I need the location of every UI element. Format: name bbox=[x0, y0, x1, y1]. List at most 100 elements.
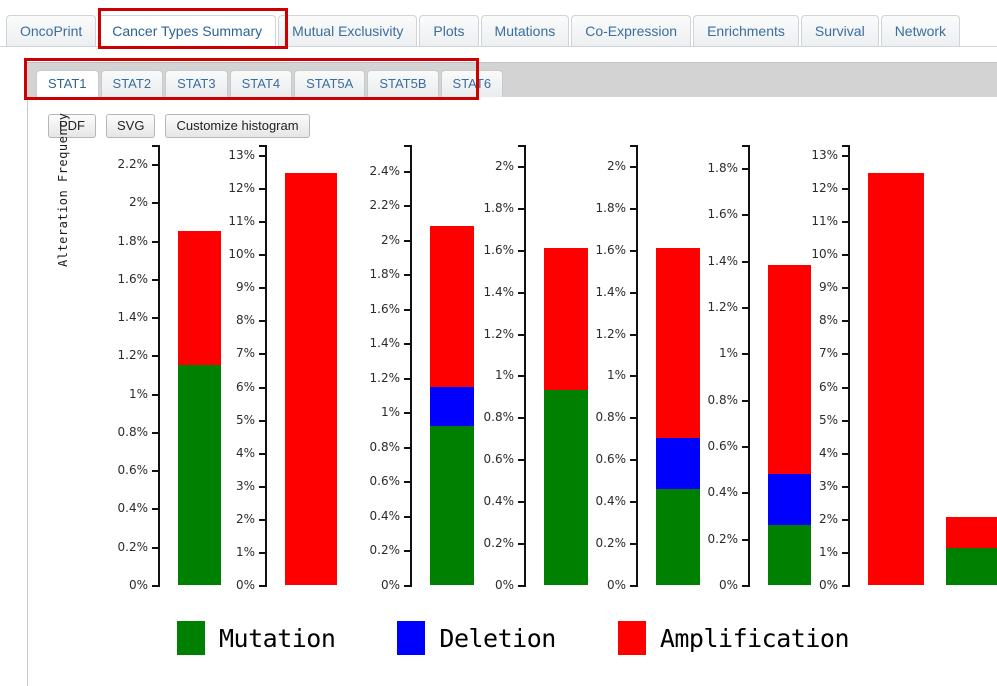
y-axis-tick-label: 1.4% bbox=[595, 284, 627, 299]
y-axis-tick-label: 1% bbox=[718, 346, 738, 361]
y-axis-tick bbox=[152, 470, 159, 473]
y-axis-tick bbox=[404, 343, 411, 346]
legend-swatch-mutation bbox=[176, 621, 205, 655]
y-axis-tick-label: 2% bbox=[380, 232, 400, 247]
bar-segment-amplification[interactable] bbox=[285, 173, 337, 585]
y-axis-tick-label: 0.4% bbox=[595, 494, 627, 509]
y-axis-tick-label: 1.2% bbox=[595, 326, 627, 341]
y-axis-tick-label: 6% bbox=[818, 379, 838, 394]
y-axis-tick-label: 10% bbox=[811, 247, 838, 262]
y-axis-tick bbox=[404, 412, 411, 415]
y-axis-tick bbox=[259, 452, 266, 455]
main-tab-mutations[interactable]: Mutations bbox=[480, 15, 570, 46]
y-axis-cap-tick bbox=[842, 145, 849, 147]
y-axis-tick bbox=[742, 538, 749, 541]
y-axis-tick bbox=[259, 353, 266, 356]
main-tab-enrichments[interactable]: Enrichments bbox=[693, 15, 799, 46]
y-axis-tick-label: 8% bbox=[235, 313, 255, 328]
y-axis-tick-label: 4% bbox=[235, 445, 255, 460]
content-panel: PDF SVG Customize histogram Alteration F… bbox=[27, 97, 997, 686]
y-axis-tick-label: 1.8% bbox=[707, 161, 739, 176]
y-axis-tick-label: 11% bbox=[811, 214, 838, 229]
gene-tab-stat5b[interactable]: STAT5B bbox=[367, 70, 439, 97]
y-axis-tick bbox=[259, 154, 266, 157]
y-axis-tick-label: 2% bbox=[128, 195, 148, 210]
y-axis-tick-label: 1.8% bbox=[369, 267, 401, 282]
y-axis-tick bbox=[518, 207, 525, 210]
y-axis-tick-label: 1.2% bbox=[117, 348, 149, 363]
y-axis-tick bbox=[630, 417, 637, 420]
gene-tab-stat1[interactable]: STAT1 bbox=[36, 70, 99, 97]
y-axis-tick-label: 1.6% bbox=[707, 207, 739, 222]
main-tab-co-expression[interactable]: Co-Expression bbox=[571, 15, 692, 46]
y-axis-tick-label: 2.4% bbox=[369, 163, 401, 178]
main-tab-mutual-exclusivity[interactable]: Mutual Exclusivity bbox=[278, 15, 418, 46]
y-axis-tick-label: 10% bbox=[228, 247, 255, 262]
y-axis-tick bbox=[842, 518, 849, 521]
gene-tab-stat4[interactable]: STAT4 bbox=[229, 70, 293, 97]
gene-tab-stat2[interactable]: STAT2 bbox=[100, 70, 164, 97]
y-axis-tick bbox=[742, 446, 749, 449]
y-axis-tick-label: 0.4% bbox=[117, 501, 149, 516]
bar-segment-amplification[interactable] bbox=[868, 173, 924, 585]
y-axis-tick bbox=[152, 317, 159, 320]
y-axis-tick bbox=[630, 375, 637, 378]
y-axis-tick bbox=[842, 452, 849, 455]
gene-tab-stat3[interactable]: STAT3 bbox=[165, 70, 228, 97]
y-axis-tick bbox=[630, 459, 637, 462]
y-axis-tick-label: 0.2% bbox=[369, 543, 401, 558]
y-axis-tick bbox=[152, 278, 159, 281]
y-axis-tick-label: 0.8% bbox=[117, 424, 149, 439]
y-axis-tick bbox=[518, 501, 525, 504]
y-axis-tick bbox=[152, 393, 159, 396]
gene-tab-stat5a[interactable]: STAT5A bbox=[294, 70, 366, 97]
y-axis-tick bbox=[842, 221, 849, 224]
y-axis-tick bbox=[259, 254, 266, 257]
y-axis-tick bbox=[259, 188, 266, 190]
y-axis-tick-label: 1.8% bbox=[483, 200, 515, 215]
stacked-bar[interactable] bbox=[946, 516, 997, 585]
y-axis-tick bbox=[404, 515, 411, 518]
main-tab-network[interactable]: Network bbox=[880, 15, 961, 46]
y-axis-tick-label: 5% bbox=[818, 412, 838, 427]
legend-swatch-deletion bbox=[397, 621, 426, 655]
stacked-bar[interactable] bbox=[868, 173, 924, 585]
chart-toolbar: PDF SVG Customize histogram bbox=[48, 114, 310, 138]
histogram-panel-4: 0% 0.2% 0.4% 0.6% 0.8% 1% 1.2% 1.4% 1.6% 1.8% 2% bbox=[466, 139, 588, 594]
y-axis-tick-label: 9% bbox=[818, 280, 838, 295]
customize-histogram-button[interactable]: Customize histogram bbox=[165, 114, 310, 138]
y-axis-tick bbox=[518, 459, 525, 462]
gene-tab-stat6[interactable]: STAT6 bbox=[440, 70, 504, 97]
y-axis-tick-label: 0.2% bbox=[707, 531, 739, 546]
y-axis-tick bbox=[152, 585, 159, 587]
legend-item-amplification: Amplification bbox=[617, 621, 850, 655]
main-tab-cancer-types-summary[interactable]: Cancer Types Summary bbox=[98, 15, 277, 46]
y-axis-tick bbox=[518, 333, 525, 336]
y-axis-tick bbox=[259, 518, 266, 521]
main-tab-bar: OncoPrint Cancer Types Summary Mutual Excl… bbox=[0, 14, 997, 47]
y-axis-tick-label: 9% bbox=[235, 280, 255, 295]
main-tab-oncoprint[interactable]: OncoPrint bbox=[6, 15, 97, 46]
svg-button[interactable]: SVG bbox=[106, 114, 156, 138]
main-tab-survival[interactable]: Survival bbox=[800, 15, 879, 46]
bar-segment-amplification[interactable] bbox=[946, 516, 997, 548]
y-axis-tick-label: 0.2% bbox=[595, 536, 627, 551]
bar-segment-mutation[interactable] bbox=[946, 547, 997, 585]
y-axis-tick-label: 1.6% bbox=[369, 301, 401, 316]
histogram-panel-2: 0% 1% 2% 3% 4% 5% 6% 7% 8% 9% 10% 11% 12% 13% bbox=[213, 139, 337, 594]
y-axis-tick bbox=[152, 546, 159, 549]
y-axis-tick-label: 1% bbox=[818, 544, 838, 559]
y-axis-tick bbox=[742, 353, 749, 356]
legend-item-deletion: Deletion bbox=[397, 621, 556, 655]
y-axis-tick-label: 4% bbox=[818, 445, 838, 460]
y-axis-tick-label: 2.2% bbox=[117, 157, 149, 172]
y-axis-cap-tick bbox=[518, 145, 525, 147]
stacked-bar[interactable] bbox=[285, 173, 337, 585]
main-tab-plots[interactable]: Plots bbox=[419, 15, 479, 46]
legend-swatch-amplification bbox=[617, 621, 646, 655]
y-axis-tick bbox=[630, 165, 637, 168]
y-axis-tick bbox=[842, 386, 849, 389]
y-axis-tick-label: 7% bbox=[818, 346, 838, 361]
y-axis-tick-label: 0.8% bbox=[595, 410, 627, 425]
y-axis-cap-tick bbox=[630, 145, 637, 147]
